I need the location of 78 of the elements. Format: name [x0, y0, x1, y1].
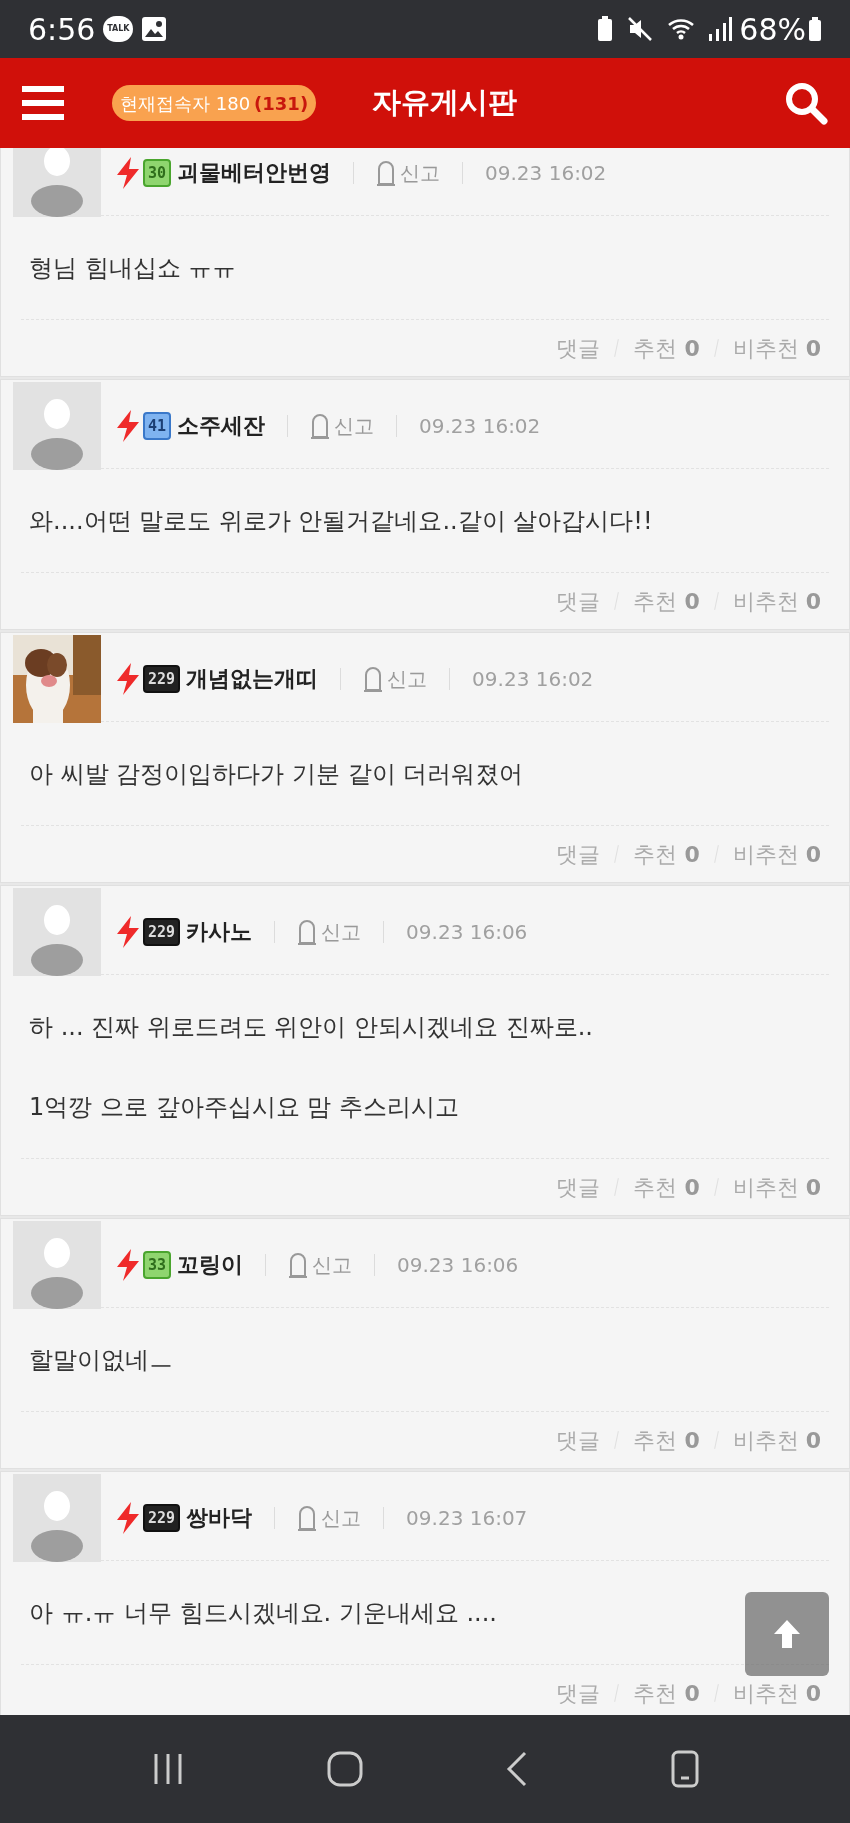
- dislike-button[interactable]: 비추천 0: [732, 1676, 821, 1710]
- signal-icon: [707, 16, 734, 42]
- comment-time: 09.23 16:07: [406, 1504, 528, 1532]
- dislike-button[interactable]: 비추천 0: [732, 837, 821, 871]
- search-button[interactable]: [784, 81, 828, 125]
- reply-link[interactable]: 댓글: [556, 837, 601, 871]
- battery-percent: 68%: [739, 10, 806, 49]
- menu-button[interactable]: [22, 86, 64, 120]
- level-badge: 229: [143, 917, 181, 946]
- reply-link[interactable]: 댓글: [556, 1676, 601, 1710]
- author-name: 카사노: [186, 918, 253, 946]
- scroll-to-top-button[interactable]: [745, 1592, 829, 1676]
- lightning-icon: [115, 915, 141, 948]
- report-button[interactable]: 신고: [363, 663, 428, 694]
- reply-link[interactable]: 댓글: [556, 1423, 601, 1457]
- comment-text: 할말이없네ㅡ: [29, 1345, 173, 1376]
- author-name: 괴물베터안번영: [177, 159, 332, 187]
- comment-time: 09.23 16:02: [472, 665, 594, 693]
- comment-text: 아 ㅠ.ㅠ 너무 힘드시겠네요. 기운내세요 ....: [29, 1598, 497, 1629]
- level-badge: 30: [143, 158, 172, 187]
- comment-text: 하 ... 진짜 위로드려도 위안이 안되시겠네요 진짜로..: [29, 1012, 593, 1043]
- comment-text: 와....어떤 말로도 위로가 안될거같네요..같이 살아갑시다!!: [29, 506, 653, 537]
- tombstone-icon: [363, 665, 384, 692]
- comment-time: 09.23 16:06: [406, 918, 528, 946]
- lightning-icon: [115, 409, 141, 442]
- up-arrow-icon: [773, 1619, 801, 1649]
- dislike-button[interactable]: 비추천 0: [732, 1423, 821, 1457]
- like-button[interactable]: 추천 0: [633, 331, 700, 365]
- reply-link[interactable]: 댓글: [556, 1170, 601, 1204]
- report-button[interactable]: 신고: [376, 157, 441, 188]
- dislike-button[interactable]: 비추천 0: [732, 1170, 821, 1204]
- dislike-button[interactable]: 비추천 0: [732, 331, 821, 365]
- home-icon: [327, 1751, 363, 1787]
- level-badge: 41: [143, 411, 172, 440]
- tombstone-icon: [297, 1504, 318, 1531]
- comment-time: 09.23 16:02: [485, 159, 607, 187]
- like-button[interactable]: 추천 0: [633, 837, 700, 871]
- image-icon: [141, 16, 168, 42]
- author-name: 쌍바닥: [186, 1504, 253, 1532]
- board-title: 자유게시판: [372, 84, 518, 122]
- lightning-icon: [115, 1248, 141, 1281]
- author-name: 개념없는개띠: [186, 665, 319, 693]
- level-badge: 229: [143, 664, 181, 693]
- lightning-icon: [115, 1501, 141, 1534]
- chat-notification-icon: TALK: [103, 16, 134, 42]
- level-badge: 33: [143, 1250, 172, 1279]
- comment-text: 형님 힘내십쇼 ㅠㅠ: [29, 253, 237, 284]
- search-icon: [784, 81, 828, 125]
- author-name: 꼬링이: [177, 1251, 244, 1279]
- author-name: 소주세잔: [177, 412, 266, 440]
- lightning-icon: [115, 662, 141, 695]
- back-icon: [505, 1751, 529, 1787]
- lightning-icon: [115, 156, 141, 189]
- dislike-button[interactable]: 비추천 0: [732, 584, 821, 618]
- like-button[interactable]: 추천 0: [633, 1676, 700, 1710]
- tombstone-icon: [288, 1251, 309, 1278]
- clock: 6:56: [28, 10, 96, 49]
- comment-time: 09.23 16:06: [397, 1251, 519, 1279]
- report-button[interactable]: 신고: [297, 916, 362, 947]
- report-button[interactable]: 신고: [310, 410, 375, 441]
- online-users-count: (131): [254, 91, 309, 116]
- comment-time: 09.23 16:02: [419, 412, 541, 440]
- mute-icon: [627, 16, 654, 42]
- online-users-label: 현재접속자 180: [120, 91, 251, 116]
- tombstone-icon: [376, 159, 397, 186]
- like-button[interactable]: 추천 0: [633, 1423, 700, 1457]
- tombstone-icon: [297, 918, 318, 945]
- report-button[interactable]: 신고: [297, 1502, 362, 1533]
- battery-icon: [808, 16, 822, 42]
- reply-link[interactable]: 댓글: [556, 331, 601, 365]
- comment-text: 아 씨발 감정이입하다가 기분 같이 더러워졌어: [29, 759, 524, 790]
- level-badge: 229: [143, 1503, 181, 1532]
- reply-link[interactable]: 댓글: [556, 584, 601, 618]
- like-button[interactable]: 추천 0: [633, 1170, 700, 1204]
- comment-text: 1억깡 으로 갚아주십시요 맘 추스리시고: [29, 1092, 459, 1123]
- tombstone-icon: [310, 412, 331, 439]
- like-button[interactable]: 추천 0: [633, 584, 700, 618]
- report-button[interactable]: 신고: [288, 1249, 353, 1280]
